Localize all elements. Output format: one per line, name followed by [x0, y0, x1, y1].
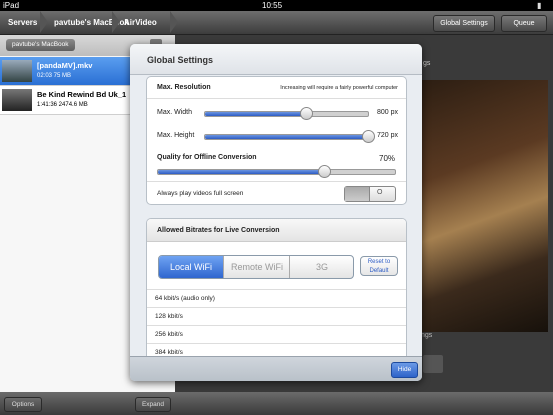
hide-button[interactable]: Hide [391, 362, 418, 378]
height-value: 720 px [377, 132, 399, 139]
detail-title: gs [423, 60, 431, 67]
fullscreen-label: Always play videos full screen [157, 190, 244, 197]
dialog-footer: Hide [130, 356, 422, 381]
segment-local-wifi[interactable]: Local WiFi [159, 256, 223, 278]
video-title: [pandaMV].mkv [37, 61, 93, 70]
bitrate-segmented-control: Local WiFi Remote WiFi 3G [158, 255, 354, 279]
device-name: iPad [3, 1, 20, 10]
bitrate-row[interactable]: 128 kbit/s [147, 307, 406, 325]
breadcrumb-airvideo[interactable]: AirVideo [124, 11, 157, 34]
segment-3g[interactable]: 3G [289, 256, 353, 278]
expand-button[interactable]: Expand [135, 397, 171, 412]
video-title: Be Kind Rewind Bd Uk_1 [37, 90, 127, 99]
bitrate-label: 64 kbit/s (audio only) [155, 295, 215, 302]
status-bar: iPad 10:55 ▮ [0, 0, 553, 11]
play-button[interactable] [423, 355, 443, 373]
breadcrumb-separator [170, 11, 178, 33]
video-thumbnail [2, 89, 32, 111]
bitrate-label: 256 kbit/s [155, 331, 183, 338]
dialog-title: Global Settings [147, 55, 214, 65]
quality-value: 70% [379, 154, 396, 163]
height-slider-thumb[interactable] [362, 130, 375, 143]
video-thumbnail [2, 60, 32, 82]
width-value: 800 px [377, 109, 399, 116]
quality-slider[interactable] [157, 165, 396, 178]
bitrate-label: 384 kbit/s [155, 349, 183, 356]
width-slider-thumb[interactable] [300, 107, 314, 120]
poster-caption: ngs [421, 332, 433, 339]
resolution-card: Max. Resolution Increasing will require … [146, 76, 407, 205]
width-label: Max. Width [157, 109, 193, 116]
bitrates-label: Allowed Bitrates for Live Conversion [157, 227, 280, 234]
bitrate-label: 128 kbit/s [155, 313, 183, 320]
width-slider-fill [205, 112, 307, 116]
breadcrumb-servers[interactable]: Servers [8, 11, 37, 34]
options-button[interactable]: Options [4, 397, 42, 412]
segment-remote-wifi[interactable]: Remote WiFi [223, 256, 290, 278]
toggle-off-label: O [377, 189, 383, 196]
quality-slider-fill [158, 170, 324, 174]
global-settings-button[interactable]: Global Settings [433, 15, 495, 32]
global-settings-dialog: Global Settings Max. Resolution Increasi… [130, 44, 422, 381]
server-back-button[interactable]: pavtube's MacBook [6, 39, 75, 51]
clock: 10:55 [262, 1, 283, 10]
video-poster-image [413, 80, 548, 332]
video-meta: 02:03 75 MB [37, 73, 72, 79]
quality-label: Quality for Offline Conversion [157, 154, 257, 161]
video-meta: 1:41:36 2474.6 MB [37, 102, 88, 108]
queue-button[interactable]: Queue [501, 15, 547, 32]
toggle-knob [345, 187, 370, 201]
height-slider-fill [205, 135, 368, 139]
height-label: Max. Height [157, 132, 195, 139]
navigation-bar: Servers pavtube's MacBook AirVideo Globa… [0, 11, 553, 35]
fullscreen-toggle[interactable]: O [344, 186, 396, 202]
bottom-toolbar: Options Expand [0, 392, 553, 415]
battery-icon: ▮ [537, 1, 542, 10]
reset-to-default-button[interactable]: Reset to Default [360, 256, 398, 276]
resolution-label: Max. Resolution [157, 84, 211, 91]
bitrates-card: Allowed Bitrates for Live Conversion Loc… [146, 218, 407, 370]
width-slider[interactable] [204, 107, 369, 120]
resolution-note: Increasing will require a fairly powerfu… [280, 85, 398, 91]
dialog-header: Global Settings [130, 44, 422, 75]
breadcrumb-separator [40, 11, 48, 33]
quality-slider-thumb[interactable] [317, 165, 331, 178]
breadcrumb-separator [112, 11, 120, 33]
bitrate-row[interactable]: 64 kbit/s (audio only) [147, 289, 406, 307]
height-slider[interactable] [204, 130, 375, 143]
bitrate-row[interactable]: 256 kbit/s [147, 325, 406, 343]
